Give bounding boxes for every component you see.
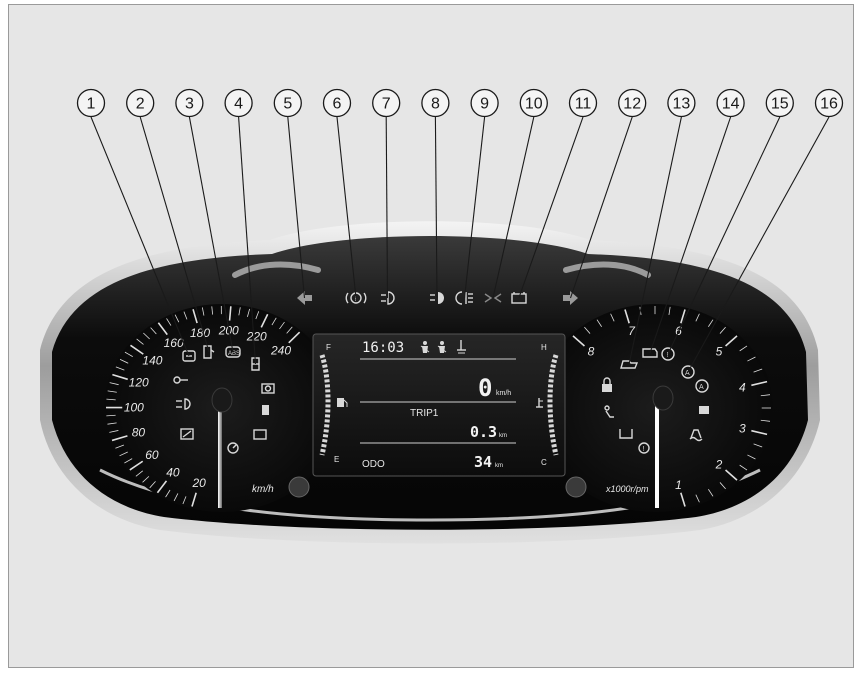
svg-text:A: A bbox=[699, 384, 704, 391]
callout-number: 9 bbox=[480, 96, 489, 113]
tachometer-label: 3 bbox=[739, 422, 746, 436]
tachometer-label: 1 bbox=[675, 478, 682, 492]
trip-label: TRIP1 bbox=[410, 408, 439, 419]
speedometer-label: 180 bbox=[190, 326, 210, 340]
low-fuel-icon bbox=[262, 405, 269, 415]
speedometer-label: 140 bbox=[142, 353, 162, 367]
svg-text:ABS: ABS bbox=[228, 351, 240, 357]
callout-number: 14 bbox=[722, 96, 740, 113]
instrument-cluster-diagram: 20406080100120140160180200220240 km/h 12… bbox=[40, 88, 844, 544]
odo-label: ODO bbox=[362, 459, 385, 470]
callout-number: 11 bbox=[575, 96, 592, 113]
digital-speed-unit: km/h bbox=[496, 390, 511, 397]
tachometer-label: 8 bbox=[588, 345, 595, 359]
temp-cold-label: C bbox=[541, 458, 547, 467]
tachometer-needle bbox=[655, 398, 659, 508]
callout-number: 7 bbox=[382, 96, 391, 113]
digital-speed-value: 0 bbox=[478, 374, 492, 402]
callout-number: 3 bbox=[185, 96, 194, 113]
callout-number: 13 bbox=[673, 96, 691, 113]
speedometer-label: 100 bbox=[124, 401, 144, 415]
multi-info-display: F E H C 16:03 0 km/h TRIP1 0.3 km ODO 34… bbox=[312, 333, 566, 477]
callout-number: 8 bbox=[431, 96, 440, 113]
speedometer-label: 160 bbox=[164, 336, 184, 350]
speedometer-label: 60 bbox=[145, 448, 159, 462]
speedometer: 20406080100120140160180200220240 km/h bbox=[104, 304, 340, 512]
trip-unit: km bbox=[499, 433, 507, 439]
fuel-full-label: F bbox=[326, 343, 331, 352]
speedometer-label: 120 bbox=[129, 376, 149, 390]
tachometer-label: 5 bbox=[716, 345, 723, 359]
callout-number: 1 bbox=[87, 96, 96, 113]
tachometer-unit: x1000r/pm bbox=[605, 484, 649, 494]
fuel-empty-label: E bbox=[334, 455, 339, 464]
odo-value: 34 bbox=[474, 453, 492, 471]
child-lock-icon bbox=[699, 406, 709, 414]
svg-text:!: ! bbox=[643, 446, 645, 453]
callout-number: 16 bbox=[820, 96, 838, 113]
tachometer: 12345678 x1000r/pm bbox=[537, 304, 773, 512]
callout-number: 5 bbox=[283, 96, 292, 113]
callout-number: 2 bbox=[136, 96, 145, 113]
trip-reset-knob bbox=[288, 476, 310, 498]
callout-number: 12 bbox=[623, 96, 641, 113]
tachometer-label: 4 bbox=[739, 380, 746, 394]
odo-unit: km bbox=[495, 463, 503, 469]
speedometer-label: 20 bbox=[192, 476, 207, 490]
tachometer-label: 2 bbox=[715, 457, 723, 471]
temp-hot-label: H bbox=[541, 343, 547, 352]
callout-number: 10 bbox=[525, 96, 543, 113]
brightness-knob bbox=[565, 476, 587, 498]
callout-number: 4 bbox=[234, 96, 243, 113]
lcd-screen bbox=[312, 333, 566, 477]
speedometer-unit: km/h bbox=[252, 484, 274, 495]
clock-time: 16:03 bbox=[362, 340, 404, 356]
callout-number: 6 bbox=[333, 96, 342, 113]
speedometer-needle bbox=[218, 400, 222, 508]
speedometer-label: 80 bbox=[132, 426, 146, 440]
tachometer-hub bbox=[652, 385, 674, 411]
speedometer-label: 40 bbox=[166, 465, 180, 479]
callout-number: 15 bbox=[771, 96, 789, 113]
svg-text:A: A bbox=[685, 370, 690, 377]
speedometer-label: 240 bbox=[270, 343, 291, 357]
trip-value: 0.3 bbox=[470, 423, 497, 441]
speedometer-hub bbox=[211, 387, 233, 413]
speedometer-label: 220 bbox=[246, 330, 267, 344]
